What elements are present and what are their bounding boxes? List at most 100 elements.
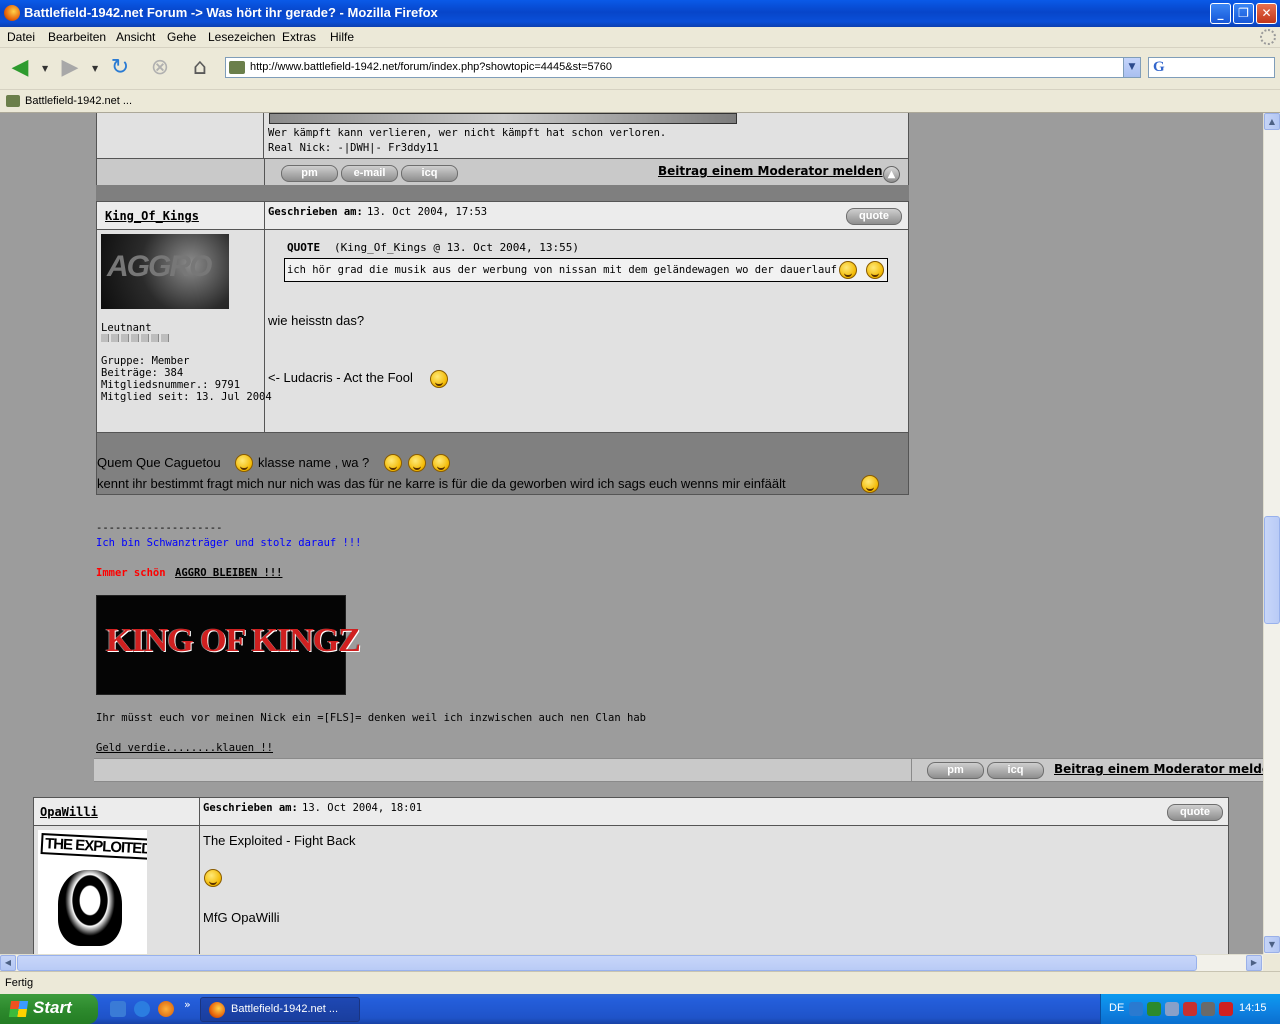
network-icon[interactable] (1147, 1002, 1161, 1016)
url-dropdown-icon[interactable]: ▼ (1123, 58, 1140, 77)
navigation-toolbar: ◀ ▼ ▶ ▼ ↻ ⊗ ⌂ http://www.battlefield-194… (0, 48, 1280, 90)
system-tray: DE 14:15 (1100, 994, 1280, 1024)
start-button[interactable]: Start (0, 994, 98, 1024)
url-bar[interactable]: http://www.battlefield-1942.net/forum/in… (225, 57, 1141, 78)
menu-ansicht[interactable]: Ansicht (116, 30, 155, 44)
report-link[interactable]: Beitrag einem Moderator melde (1054, 762, 1263, 776)
quote-label: QUOTE (287, 241, 321, 254)
status-text: Fertig (5, 977, 34, 989)
scroll-thumb[interactable] (1264, 516, 1280, 624)
page-content: Wer kämpft kann verlieren, wer nicht käm… (0, 113, 1263, 954)
vertical-scrollbar[interactable]: ▲ ▼ (1263, 113, 1280, 954)
signature-line: Real Nick: -|DWH|- Fr3ddy11 (268, 142, 439, 154)
pm-button[interactable]: pm (927, 762, 984, 779)
user-posts: Beiträge: 384 (101, 367, 184, 379)
menu-lesezeichen[interactable]: Lesezeichen (208, 30, 275, 44)
quote-button[interactable]: quote (1167, 804, 1223, 821)
tray-icon[interactable] (1201, 1002, 1215, 1016)
back-dropdown-icon[interactable]: ▼ (42, 64, 48, 73)
language-indicator[interactable]: DE (1109, 1002, 1124, 1014)
email-button[interactable]: e-mail (341, 165, 398, 182)
forum-post: OpaWilli Geschrieben am: 13. Oct 2004, 1… (33, 797, 1229, 954)
smiley-icon (861, 475, 879, 493)
scroll-up-icon[interactable]: ▲ (1264, 113, 1280, 130)
posted-label: Geschrieben am: (268, 206, 363, 218)
url-text[interactable]: http://www.battlefield-1942.net/forum/in… (250, 61, 612, 73)
signature-line: Immer schön (96, 567, 166, 579)
tray-icon[interactable] (1129, 1002, 1143, 1016)
bookmark-item[interactable]: Battlefield-1942.net ... (25, 95, 132, 107)
site-icon (229, 61, 245, 74)
quote-source: (King_Of_Kings @ 13. Oct 2004, 13:55) (334, 241, 580, 254)
signature-line: Ich bin Schwanzträger und stolz darauf !… (96, 537, 362, 549)
google-icon[interactable]: G (1153, 59, 1165, 76)
post-date: 13. Oct 2004, 18:01 (302, 802, 423, 814)
pm-button[interactable]: pm (281, 165, 338, 182)
post-button-bar: pm icq Beitrag einem Moderator melde (94, 758, 1263, 782)
signature-link[interactable]: Geld verdie........klauen !! (96, 742, 273, 754)
firefox-icon (209, 1002, 225, 1018)
window-titlebar[interactable]: Battlefield-1942.net Forum -> Was hört i… (0, 0, 1280, 27)
reload-icon[interactable]: ↻ (106, 54, 134, 82)
post-text: klasse name , wa ? (258, 455, 370, 470)
scroll-thumb[interactable] (17, 955, 1197, 971)
horizontal-scrollbar[interactable]: ◀ ▶ (0, 954, 1263, 971)
signature-link[interactable]: AGGRO BLEIBEN !!! (175, 567, 282, 579)
menu-gehe[interactable]: Gehe (167, 30, 196, 44)
menu-extras[interactable]: Extras (282, 30, 316, 44)
smiley-icon (235, 454, 253, 472)
stop-icon[interactable]: ⊗ (146, 54, 174, 82)
post-text: kennt ihr bestimmt fragt mich nur nich w… (97, 476, 786, 491)
smiley-icon (866, 261, 884, 279)
forward-icon[interactable]: ▶ (56, 54, 84, 82)
tray-icon[interactable] (1219, 1002, 1233, 1016)
forum-post: King_Of_Kings Geschrieben am: 13. Oct 20… (96, 201, 909, 433)
bookmark-icon (6, 95, 20, 107)
top-arrow-icon[interactable]: ▲ (883, 166, 900, 183)
menu-datei[interactable]: Datei (7, 30, 35, 44)
scroll-corner (1263, 954, 1280, 971)
ie-icon[interactable] (134, 1001, 150, 1017)
post-author[interactable]: OpaWilli (40, 805, 98, 819)
user-group: Gruppe: Member (101, 355, 190, 367)
firefox-icon[interactable] (158, 1001, 174, 1017)
back-icon[interactable]: ◀ (6, 54, 34, 82)
chevron-icon[interactable]: » (184, 998, 191, 1011)
quote-box: ich hör grad die musik aus der werbung v… (284, 258, 888, 282)
minimize-button[interactable]: _ (1210, 3, 1231, 24)
close-button[interactable]: ✕ (1256, 3, 1277, 24)
user-member-number: Mitgliedsnummer.: 9791 (101, 379, 241, 391)
menu-hilfe[interactable]: Hilfe (330, 30, 354, 44)
scroll-left-icon[interactable]: ◀ (0, 955, 16, 971)
icq-button[interactable]: icq (401, 165, 458, 182)
bookmarks-toolbar: Battlefield-1942.net ... (0, 90, 1280, 113)
user-member-since: Mitglied seit: 13. Jul 2004 (101, 391, 272, 403)
post-text: wie heisstn das? (268, 313, 365, 328)
desktop-icon[interactable] (110, 1001, 126, 1017)
quote-button[interactable]: quote (846, 208, 902, 225)
report-link[interactable]: Beitrag einem Moderator melden (658, 164, 883, 178)
posted-label: Geschrieben am: (203, 802, 298, 814)
home-icon[interactable]: ⌂ (186, 54, 214, 82)
maximize-button[interactable]: ❐ (1233, 3, 1254, 24)
menu-bearbeiten[interactable]: Bearbeiten (48, 30, 106, 44)
signature-line: Wer kämpft kann verlieren, wer nicht käm… (268, 127, 667, 139)
tray-icon[interactable] (1165, 1002, 1179, 1016)
search-input[interactable]: G (1148, 57, 1275, 78)
scroll-down-icon[interactable]: ▼ (1264, 936, 1280, 953)
shield-icon[interactable] (1183, 1002, 1197, 1016)
scroll-right-icon[interactable]: ▶ (1246, 955, 1262, 971)
avatar: THE EXPLOITED (38, 830, 147, 954)
forward-dropdown-icon[interactable]: ▼ (92, 64, 98, 73)
icq-button[interactable]: icq (987, 762, 1044, 779)
window-title: Battlefield-1942.net Forum -> Was hört i… (24, 5, 438, 20)
post-date: 13. Oct 2004, 17:53 (367, 206, 488, 218)
signature-image (269, 113, 737, 124)
signature-line: Ihr müsst euch vor meinen Nick ein =[FLS… (96, 712, 646, 724)
smiley-icon (432, 454, 450, 472)
taskbar-window-button[interactable]: Battlefield-1942.net ... (200, 997, 360, 1022)
avatar: AGGRO (101, 234, 229, 309)
windows-logo-icon (8, 1001, 29, 1017)
post-author[interactable]: King_Of_Kings (105, 209, 199, 223)
post-text: MfG OpaWilli (203, 910, 280, 925)
